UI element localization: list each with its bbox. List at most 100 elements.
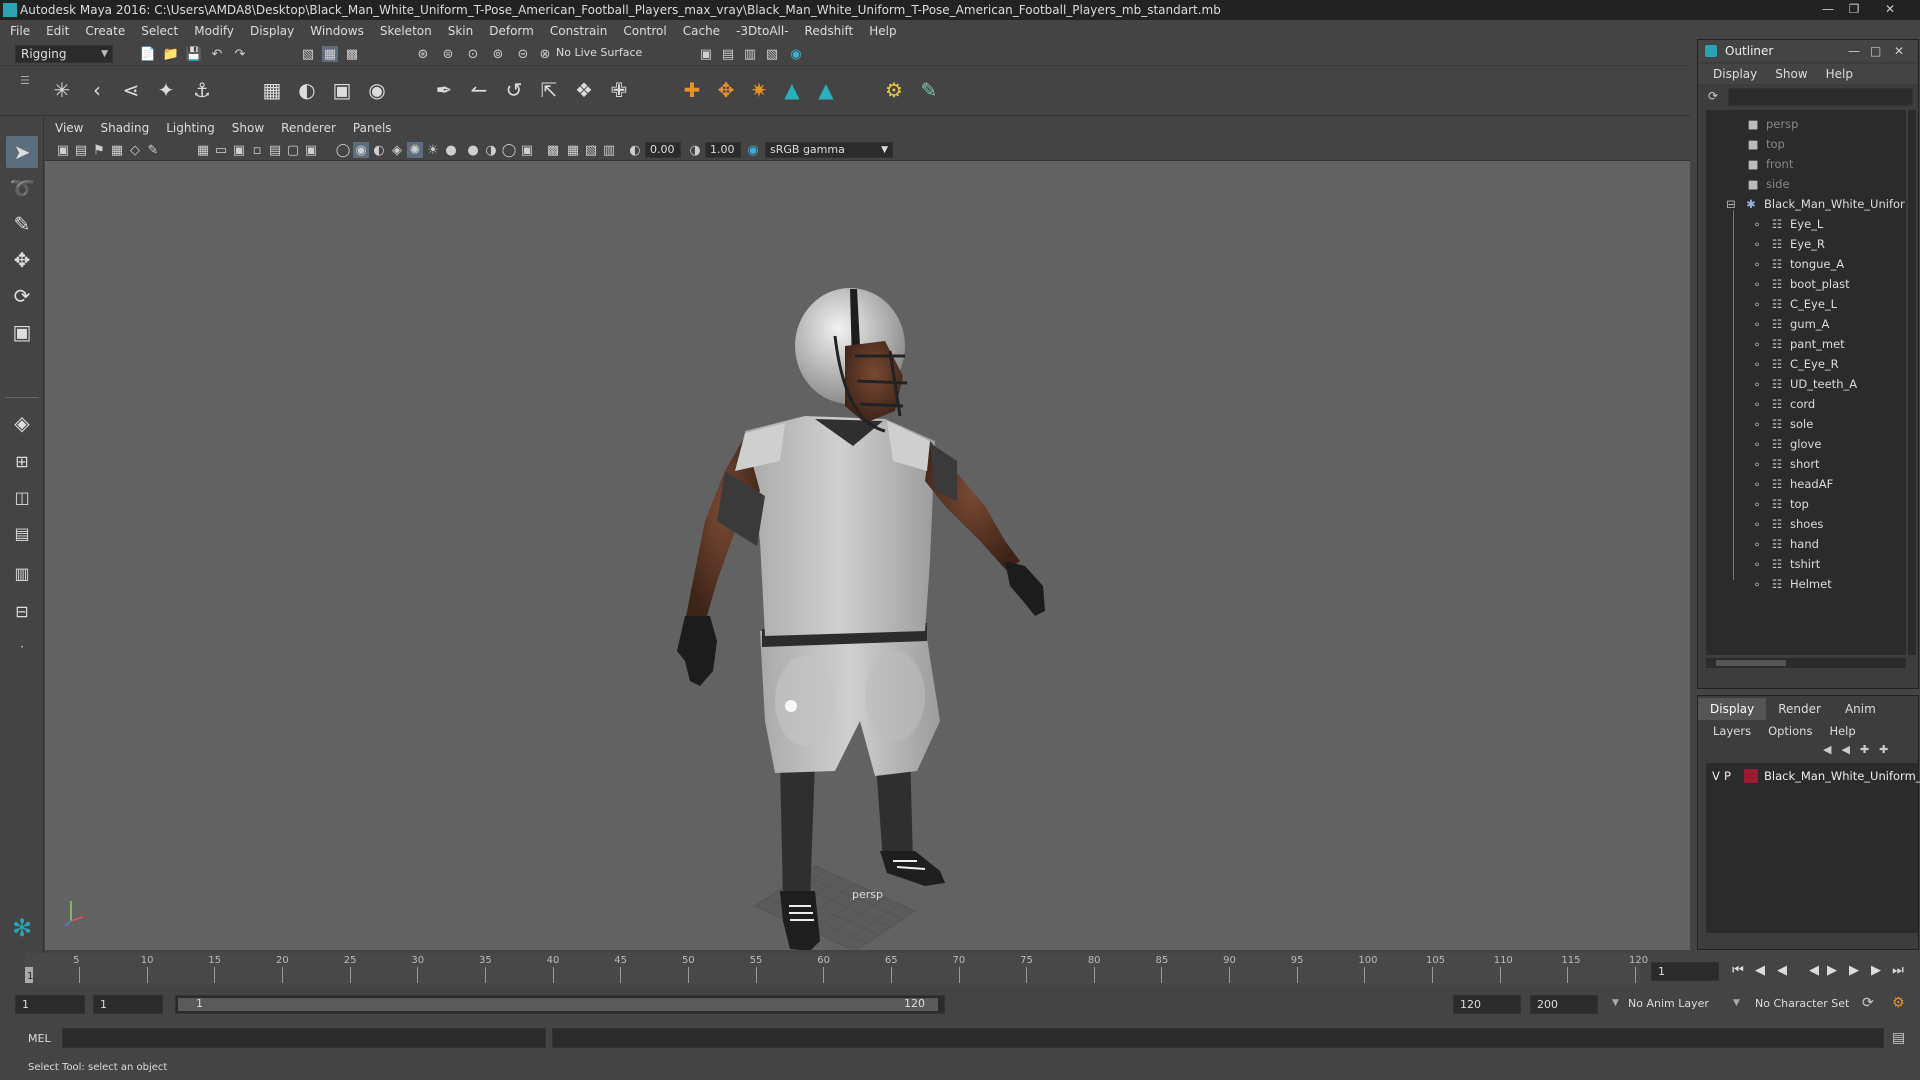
wireframe-icon[interactable]: ◯ [335,142,351,158]
3d-viewport[interactable] [45,161,1690,950]
lattice-icon[interactable]: ▣ [328,76,356,104]
smooth-shade-icon[interactable]: ◉ [353,142,369,158]
layer-visibility[interactable]: V [1712,767,1720,785]
vp-menu-shading[interactable]: Shading [100,121,149,135]
minimize-icon[interactable]: — [1848,40,1860,62]
menu-cache[interactable]: Cache [683,24,720,38]
outliner-item-shoes[interactable]: ∘ ☷ shoes [1750,514,1920,534]
rotate-tool-icon[interactable]: ⟳ [6,280,38,312]
menu-display[interactable]: Display [250,24,294,38]
redo-icon[interactable]: ↷ [232,46,248,62]
ipr-render-icon[interactable]: ▧ [764,46,780,62]
outliner-item-glove[interactable]: ∘ ☷ glove [1750,434,1920,454]
chevron-down-icon[interactable]: ▼ [1612,998,1619,1008]
grid-toggle-icon[interactable]: ▦ [195,142,211,158]
menu-windows[interactable]: Windows [310,24,364,38]
save-scene-icon[interactable]: 💾 [186,46,202,62]
snap-live-icon[interactable]: ⊗ [537,46,553,62]
outliner-item-hand[interactable]: ∘ ☷ hand [1750,534,1920,554]
xray-icon[interactable]: ▣ [519,142,535,158]
layer-name[interactable]: Black_Man_White_Uniform_T [1764,767,1920,785]
outliner-item-ud-teeth-a[interactable]: ∘ ☷ UD_teeth_A [1750,374,1920,394]
motion-blur-icon[interactable]: ● [465,142,481,158]
menu-control[interactable]: Control [623,24,666,38]
outliner-horizontal-scrollbar[interactable] [1706,658,1906,668]
bind-skin-icon[interactable]: ▦ [258,76,286,104]
vp-menu-view[interactable]: View [55,121,83,135]
outliner-item-tshirt[interactable]: ∘ ☷ tshirt [1750,554,1920,574]
outliner-item-c-eye-l[interactable]: ∘ ☷ C_Eye_L [1750,294,1920,314]
create-joints-icon[interactable]: ✳ [48,76,76,104]
color-management-icon[interactable]: ◉ [745,142,761,158]
new-layer-icon[interactable]: ✚ [1860,743,1869,756]
outliner-item-helmet[interactable]: ∘ ☷ Helmet [1750,574,1920,594]
insert-joint-icon[interactable]: ‹ [83,76,111,104]
grease-pencil-icon[interactable]: ✎ [145,142,161,158]
vp-menu-lighting[interactable]: Lighting [166,121,215,135]
ol-menu-show[interactable]: Show [1775,67,1807,81]
render-view-icon[interactable]: ▤ [720,46,736,62]
script-editor-icon[interactable]: ▤ [1892,1030,1905,1046]
aim-constraint-icon[interactable]: ↼ [465,76,493,104]
play-backward-icon[interactable]: ◀ [1806,962,1822,978]
end-time-field[interactable]: 200 [1530,995,1598,1014]
collapse-icon[interactable]: ⊟ [1724,194,1738,214]
render-settings-icon[interactable]: ▣ [698,46,714,62]
auto-key-icon[interactable]: ⟳ [1862,995,1874,1011]
outliner-search-input[interactable] [1728,88,1913,106]
xray-joints-icon[interactable]: ▦ [565,142,581,158]
chevron-down-icon[interactable]: ▼ [1733,998,1740,1008]
menu-redshift[interactable]: Redshift [805,24,854,38]
playback-end-field[interactable]: 120 [1453,995,1521,1014]
pole-vector-icon[interactable]: ✙ [605,76,633,104]
step-forward-key-icon[interactable]: ▶ [1868,962,1884,978]
anim-layer-dropdown[interactable]: No Anim Layer [1628,997,1709,1010]
lasso-tool-icon[interactable]: ➰ [6,172,38,204]
outliner-item-top[interactable]: ■ top [1746,134,1920,154]
play-forward-icon[interactable]: ▶ [1824,962,1840,978]
camera-lock-icon[interactable]: ▤ [73,142,89,158]
outliner-item-boot-plast[interactable]: ∘ ☷ boot_plast [1750,274,1920,294]
depth-of-field-icon[interactable]: ◯ [501,142,517,158]
exposure-icon[interactable]: ◐ [627,142,643,158]
ly-menu-help[interactable]: Help [1829,724,1855,738]
outliner-item-headaf[interactable]: ∘ ☷ headAF [1750,474,1920,494]
ik-handle-icon[interactable]: ⚓ [188,76,216,104]
safe-action-icon[interactable]: ▢ [285,142,301,158]
outliner-item-front[interactable]: ■ front [1746,154,1920,174]
maximize-icon[interactable]: □ [1870,40,1881,62]
gamma-field[interactable]: 1.00 [705,142,741,158]
tab-render[interactable]: Render [1766,698,1833,720]
scroll-thumb[interactable] [1716,660,1786,666]
go-to-end-icon[interactable]: ⏭ [1890,962,1906,978]
menu-select[interactable]: Select [141,24,178,38]
outliner-item-gum-a[interactable]: ∘ ☷ gum_A [1750,314,1920,334]
orient-constraint-icon[interactable]: ↺ [500,76,528,104]
command-input[interactable] [62,1028,546,1048]
more-layouts-icon[interactable]: · [6,631,38,663]
vp-menu-show[interactable]: Show [232,121,264,135]
field-chart-icon[interactable]: ▤ [267,142,283,158]
xray-active-icon[interactable]: ▧ [583,142,599,158]
menu-set-dropdown[interactable]: Rigging ▼ [15,45,113,63]
four-view-icon[interactable]: ⊞ [6,445,38,477]
menu-skin[interactable]: Skin [448,24,474,38]
resolution-gate-icon[interactable]: ▣ [231,142,247,158]
menu-edit[interactable]: Edit [46,24,69,38]
gate-mask-icon[interactable]: ▫ [249,142,265,158]
snap-grid-icon[interactable]: ⊛ [415,46,431,62]
current-frame-field[interactable]: 1 [1651,962,1719,981]
maximize-icon[interactable]: ❐ [1842,0,1866,18]
set-driven-key-icon[interactable]: ⚙ [880,76,908,104]
cluster-icon[interactable]: ◉ [363,76,391,104]
outliner-item-eye-r[interactable]: ∘ ☷ Eye_R [1750,234,1920,254]
human-ik-icon[interactable]: ▲ [778,76,806,104]
joint-tool-icon[interactable]: ✥ [712,76,740,104]
scale-tool-icon[interactable]: ▣ [6,316,38,348]
layer-playback[interactable]: P [1724,767,1731,785]
camera-select-icon[interactable]: ▣ [55,142,71,158]
layer-color-swatch[interactable] [1744,769,1758,783]
open-scene-icon[interactable]: 📁 [163,46,179,62]
point-constraint-icon[interactable]: ✒ [430,76,458,104]
orient-joint-icon[interactable]: ✦ [152,76,180,104]
